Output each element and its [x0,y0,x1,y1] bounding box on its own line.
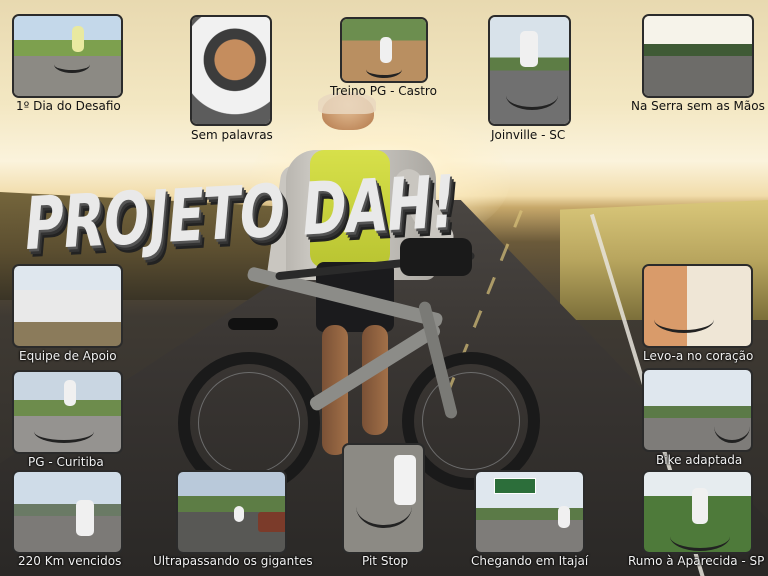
thumbnail-itajai[interactable] [474,470,585,554]
caption-pit-stop: Pit Stop [362,554,409,568]
thumbnail-equipe[interactable] [12,264,123,348]
caption-treino: Treino PG - Castro [330,84,437,98]
caption-sem-palavras: Sem palavras [191,128,273,142]
caption-desafio: 1º Dia do Desafio [16,99,121,113]
caption-itajai: Chegando em Itajaí [471,554,589,568]
caption-serra: Na Serra sem as Mãos [631,99,765,113]
thumbnail-aparecida[interactable] [642,470,753,554]
bike-saddle [228,318,278,330]
thumbnail-220km[interactable] [12,470,123,554]
thumbnail-ultrapassando[interactable] [176,470,287,554]
thumbnail-desafio[interactable] [12,14,123,98]
caption-bike-adaptada: Bike adaptada [656,453,743,467]
project-title: PROJETO DAH! [20,159,459,269]
thumbnail-serra[interactable] [642,14,754,98]
caption-pg-curitiba: PG - Curitiba [28,455,104,469]
collage-background: PROJETO DAH! 1º Dia do Desafio Sem palav… [0,0,768,576]
caption-ultrapassando: Ultrapassando os gigantes [153,554,313,568]
project-title-text: PROJETO DAH! [20,159,459,267]
caption-joinville: Joinville - SC [491,128,566,142]
caption-aparecida: Rumo à Aparecida - SP [628,554,765,568]
thumbnail-sem-palavras[interactable] [190,15,272,126]
thumbnail-pg-curitiba[interactable] [12,370,123,454]
thumbnail-bike-adaptada[interactable] [642,368,753,452]
thumbnail-pit-stop[interactable] [342,443,425,554]
caption-levo-a: Levo-a no coração [643,349,754,363]
thumbnail-joinville[interactable] [488,15,571,126]
thumbnail-levo-a[interactable] [642,264,753,348]
thumbnail-treino[interactable] [340,17,428,83]
caption-220km: 220 Km vencidos [18,554,122,568]
caption-equipe: Equipe de Apoio [19,349,117,363]
